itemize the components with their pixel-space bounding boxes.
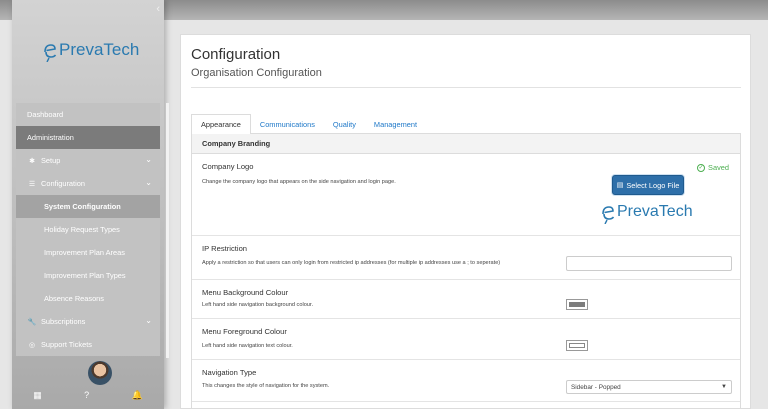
tab-appearance[interactable]: Appearance (191, 114, 251, 135)
menu-background-color-picker[interactable] (566, 299, 588, 310)
brand-e-icon (44, 44, 57, 62)
select-logo-file-label: Select Logo File (626, 180, 680, 190)
color-swatch (569, 302, 585, 307)
avatar[interactable] (88, 361, 112, 385)
sidebar-logo: PrevaTech (42, 38, 139, 62)
company-logo-label: Company Logo (202, 162, 254, 171)
menu-background-description: Left hand side navigation background col… (202, 302, 314, 308)
sidebar-item-label: Support Tickets (41, 340, 92, 349)
main-card: Configuration Organisation Configuration… (180, 34, 751, 409)
navigation-type-description: This changes the style of navigation for… (202, 383, 330, 389)
color-swatch (569, 343, 585, 348)
chevron-down-icon: ⌄ (145, 155, 152, 164)
caret-down-icon: ▼ (721, 384, 727, 390)
brand-name: PrevaTech (59, 40, 140, 59)
check-circle-icon: ✓ (697, 163, 706, 172)
tab-bar: Appearance Communications Quality Manage… (191, 114, 741, 135)
sidebar-item-holiday-request-types[interactable]: Holiday Request Types (16, 218, 160, 241)
sidebar-item-absence-reasons[interactable]: Absence Reasons (16, 287, 160, 310)
ip-restriction-row: IP Restriction Apply a restriction so th… (192, 236, 740, 280)
divider (191, 87, 741, 88)
sidebar: ‹ PrevaTech Dashboard Administration ✱ S… (12, 0, 169, 409)
chevron-down-icon: ⌄ (145, 316, 152, 325)
company-logo-description: Change the company logo that appears on … (202, 179, 396, 185)
sidebar-item-subscriptions[interactable]: 🔧 Subscriptions ⌄ (16, 310, 160, 333)
menu-foreground-label: Menu Foreground Colour (202, 327, 287, 336)
grid-icon[interactable]: ▦ (33, 390, 42, 401)
menu-foreground-color-picker[interactable] (566, 340, 588, 351)
sidebar-item-label: Absence Reasons (44, 294, 104, 303)
menu-foreground-description: Left hand side navigation text colour. (202, 343, 293, 349)
navigation-type-select[interactable]: Sidebar - Popped ▼ (566, 380, 732, 394)
sidebar-item-improvement-plan-types[interactable]: Improvement Plan Types (16, 264, 160, 287)
chevron-down-icon: ⌄ (145, 178, 152, 187)
sidebar-item-label: Improvement Plan Types (44, 271, 126, 280)
sidebar-item-label: Improvement Plan Areas (44, 248, 125, 257)
menu-background-row: Menu Background Colour Left hand side na… (192, 280, 740, 319)
sidebar-item-label: Dashboard (27, 110, 64, 119)
saved-status: ✓ Saved (697, 163, 729, 172)
navigation-type-row: Navigation Type This changes the style o… (192, 360, 740, 402)
gear-icon: ✱ (29, 157, 35, 165)
chevron-left-icon[interactable]: ‹ (156, 4, 160, 15)
tab-management[interactable]: Management (365, 114, 426, 134)
brand-e-icon (602, 206, 615, 224)
sidebar-item-label: Holiday Request Types (44, 225, 120, 234)
sidebar-item-improvement-plan-areas[interactable]: Improvement Plan Areas (16, 241, 160, 264)
sidebar-item-administration[interactable]: Administration (16, 126, 160, 149)
menu-foreground-row: Menu Foreground Colour Left hand side na… (192, 319, 740, 360)
ip-restriction-label: IP Restriction (202, 244, 248, 253)
tab-quality[interactable]: Quality (324, 114, 365, 134)
page-subtitle: Organisation Configuration (191, 67, 322, 79)
saved-status-label: Saved (708, 163, 729, 172)
sidebar-item-label: Setup (41, 156, 61, 165)
navigation-type-value: Sidebar - Popped (571, 383, 621, 391)
sidebar-item-label: System Configuration (44, 202, 121, 211)
sidebar-scrollbar[interactable] (166, 103, 169, 358)
sidebar-item-system-configuration[interactable]: System Configuration (16, 195, 160, 218)
help-icon[interactable]: ? (84, 390, 89, 400)
ip-restriction-input[interactable] (566, 256, 732, 271)
company-logo-preview: PrevaTech (600, 200, 693, 224)
sidebar-item-label: Administration (27, 133, 74, 142)
page-title: Configuration (191, 46, 281, 63)
sidebar-item-support-tickets[interactable]: ◎ Support Tickets (16, 333, 160, 356)
sidebar-nav: Dashboard Administration ✱ Setup ⌄ ☰ Con… (16, 103, 160, 356)
file-icon: ▤ (616, 182, 624, 189)
company-logo-row: Company Logo Change the company logo tha… (192, 154, 740, 236)
tab-communications[interactable]: Communications (251, 114, 324, 134)
lifebuoy-icon: ◎ (28, 341, 36, 349)
sidebar-item-label: Configuration (41, 179, 85, 188)
sidebar-item-setup[interactable]: ✱ Setup ⌄ (16, 149, 160, 172)
sidebar-item-label: Subscriptions (41, 317, 86, 326)
section-heading: Company Branding (192, 134, 740, 154)
bell-icon[interactable]: 🔔 (132, 390, 143, 401)
wrench-icon: 🔧 (27, 318, 37, 326)
appearance-panel: Company Branding Company Logo Change the… (191, 134, 741, 409)
sidebar-item-configuration[interactable]: ☰ Configuration ⌄ (16, 172, 160, 195)
sidebar-footer: ▦ ? 🔔 (12, 388, 164, 402)
sliders-icon: ☰ (28, 180, 36, 188)
brand-name: PrevaTech (617, 203, 693, 220)
sidebar-item-dashboard[interactable]: Dashboard (16, 103, 160, 126)
navigation-type-label: Navigation Type (202, 368, 257, 377)
menu-background-label: Menu Background Colour (202, 288, 289, 297)
ip-restriction-description: Apply a restriction so that users can on… (202, 260, 501, 266)
select-logo-file-button[interactable]: ▤ Select Logo File (612, 175, 684, 195)
